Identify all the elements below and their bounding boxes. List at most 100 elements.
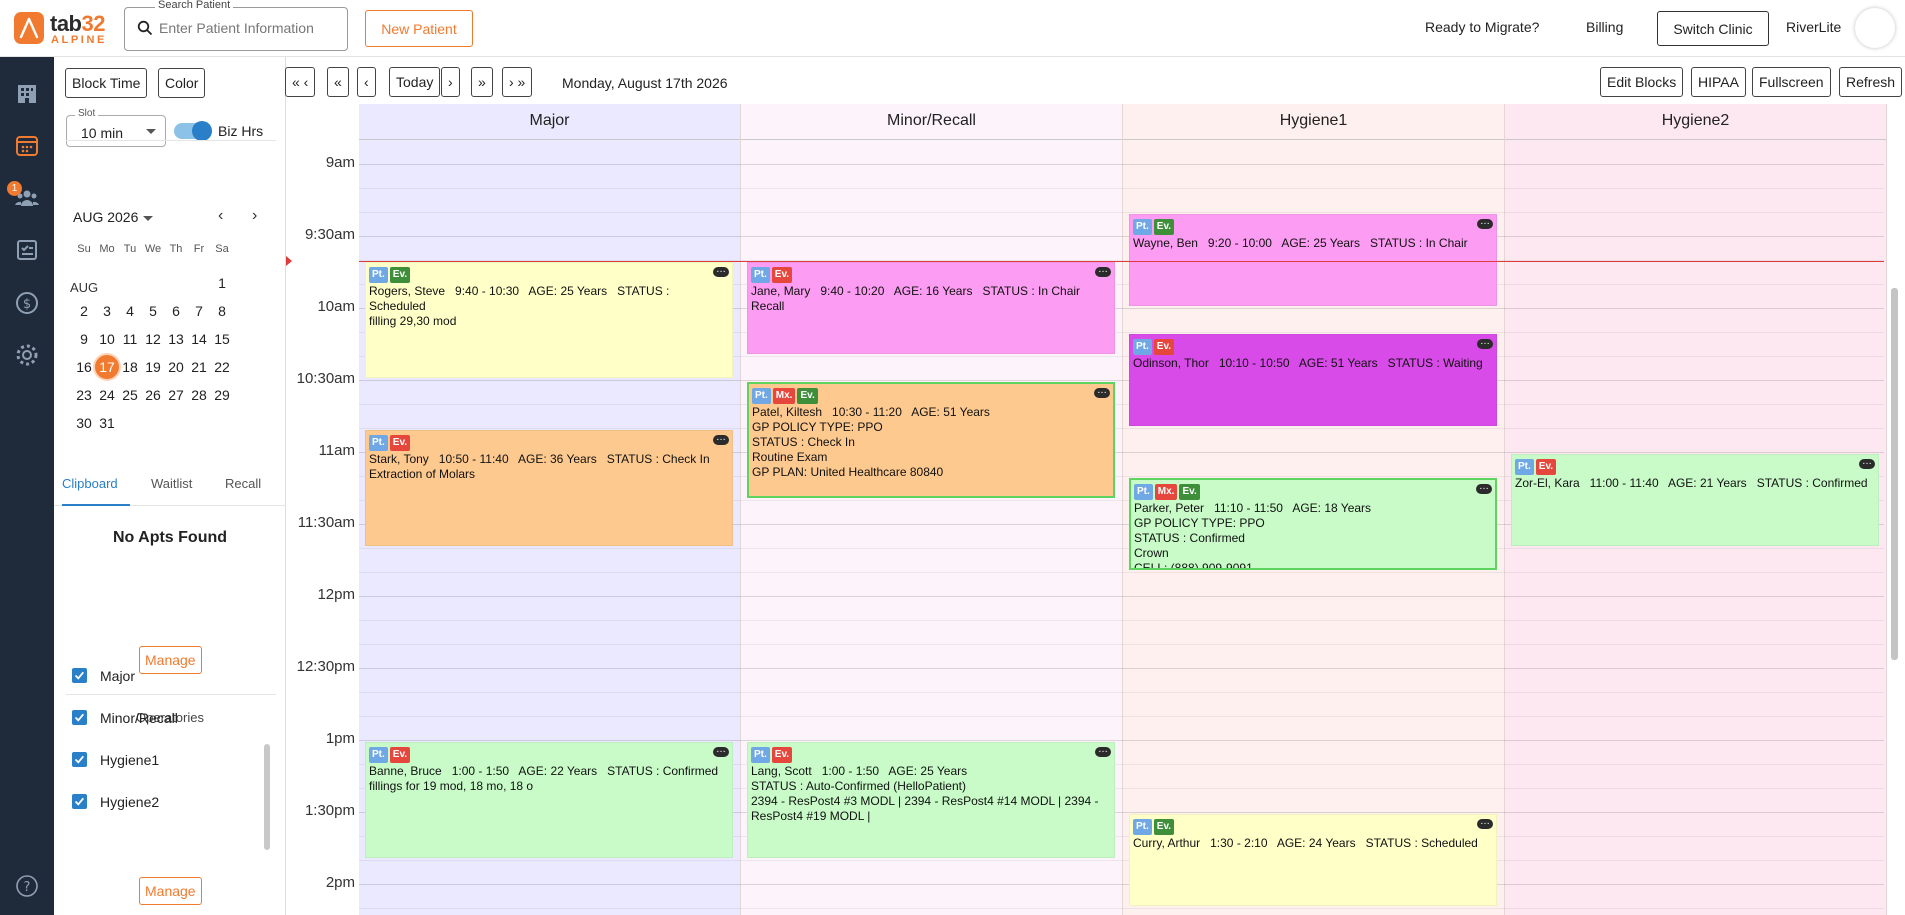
mini-cal-day[interactable]: 31 bbox=[93, 411, 121, 435]
billing-dollar-icon[interactable]: $ bbox=[14, 290, 40, 316]
appointment-card[interactable]: Pt.Mx.Ev.Patel, Kiltesh 10:30 - 11:20 AG… bbox=[747, 382, 1115, 498]
more-options-icon[interactable] bbox=[1477, 215, 1493, 229]
manage-clipboard-button[interactable]: Manage bbox=[139, 646, 202, 674]
user-avatar[interactable] bbox=[1855, 8, 1895, 48]
eligibility-tag[interactable]: Ev. bbox=[389, 267, 411, 283]
clinic-name[interactable]: RiverLite bbox=[1786, 19, 1841, 35]
nav-back-far-button[interactable]: « ‹ bbox=[285, 67, 316, 97]
mini-cal-day[interactable]: 29 bbox=[208, 383, 236, 407]
more-options-icon[interactable] bbox=[1859, 455, 1875, 469]
patient-tag[interactable]: Pt. bbox=[751, 267, 770, 283]
mini-cal-day[interactable]: 1 bbox=[208, 271, 236, 295]
today-button[interactable]: Today bbox=[389, 67, 441, 97]
more-options-icon[interactable] bbox=[1477, 335, 1493, 349]
mini-cal-month-select[interactable]: AUG 2026 bbox=[73, 209, 154, 225]
patient-tag[interactable]: Pt. bbox=[752, 388, 771, 404]
patient-tag[interactable]: Pt. bbox=[751, 747, 770, 763]
eligibility-tag[interactable]: Ev. bbox=[389, 435, 411, 451]
patient-search[interactable]: Search Patient bbox=[124, 0, 348, 51]
patient-tag[interactable]: Pt. bbox=[1133, 819, 1152, 835]
tab-clipboard[interactable]: Clipboard bbox=[62, 476, 118, 491]
nav-forward-day-button[interactable]: › bbox=[441, 67, 460, 97]
appointment-tags: Pt. Ev. bbox=[369, 746, 729, 764]
tab-waitlist[interactable]: Waitlist bbox=[151, 476, 192, 491]
patient-tag[interactable]: Pt. bbox=[1133, 339, 1152, 355]
eligibility-tag[interactable]: Ev. bbox=[1153, 339, 1175, 355]
appointment-card[interactable]: Pt.Ev.Lang, Scott 1:00 - 1:50 AGE: 25 Ye… bbox=[747, 742, 1115, 858]
more-options-icon[interactable] bbox=[713, 263, 729, 277]
checkbox-checked-icon[interactable] bbox=[72, 710, 87, 725]
eligibility-tag[interactable]: Ev. bbox=[1153, 819, 1175, 835]
building-icon[interactable] bbox=[14, 80, 40, 106]
settings-gear-icon[interactable] bbox=[14, 342, 40, 368]
appointment-card[interactable]: Pt.Ev.Zor-El, Kara 11:00 - 11:40 AGE: 21… bbox=[1511, 454, 1879, 546]
side-scrollbar[interactable] bbox=[264, 744, 270, 850]
eligibility-tag[interactable]: Ev. bbox=[1179, 484, 1200, 500]
chevron-down-icon bbox=[146, 129, 156, 134]
mini-cal-day[interactable]: 22 bbox=[208, 355, 236, 379]
checkbox-checked-icon[interactable] bbox=[72, 668, 87, 683]
manage-operatories-button[interactable]: Manage bbox=[139, 877, 202, 905]
patient-tag[interactable]: Pt. bbox=[369, 435, 388, 451]
chevron-right-icon[interactable]: › bbox=[252, 207, 257, 225]
new-patient-button[interactable]: New Patient bbox=[365, 10, 473, 47]
search-input[interactable] bbox=[159, 20, 339, 36]
edit-blocks-button[interactable]: Edit Blocks bbox=[1600, 67, 1684, 97]
ready-to-migrate-link[interactable]: Ready to Migrate? bbox=[1425, 19, 1539, 35]
nav-forward-week-button[interactable]: » bbox=[471, 67, 493, 97]
patient-tag[interactable]: Pt. bbox=[1133, 219, 1152, 235]
slot-select[interactable]: Slot 10 min bbox=[66, 108, 166, 147]
switch-clinic-button[interactable]: Switch Clinic bbox=[1657, 11, 1769, 46]
patient-tag[interactable]: Pt. bbox=[1515, 459, 1534, 475]
color-button[interactable]: Color bbox=[158, 68, 206, 98]
biz-hrs-toggle[interactable] bbox=[174, 121, 212, 141]
more-options-icon[interactable] bbox=[1095, 743, 1111, 757]
help-icon[interactable]: ? bbox=[14, 873, 40, 899]
appointment-card[interactable]: Pt.Ev.Jane, Mary 9:40 - 10:20 AGE: 16 Ye… bbox=[747, 262, 1115, 354]
more-options-icon[interactable] bbox=[713, 743, 729, 757]
chevron-left-icon[interactable]: ‹ bbox=[218, 207, 223, 225]
patient-tag[interactable]: Pt. bbox=[1134, 484, 1153, 500]
eligibility-tag[interactable]: Ev. bbox=[771, 267, 793, 283]
medical-tag[interactable]: Mx. bbox=[772, 388, 796, 404]
eligibility-tag[interactable]: Ev. bbox=[1535, 459, 1557, 475]
more-options-icon[interactable] bbox=[713, 431, 729, 445]
more-options-icon[interactable] bbox=[1476, 480, 1492, 494]
checklist-icon[interactable] bbox=[14, 237, 40, 263]
appointment-card[interactable]: Pt.Ev.Stark, Tony 10:50 - 11:40 AGE: 36 … bbox=[365, 430, 733, 546]
hipaa-button[interactable]: HIPAA bbox=[1691, 67, 1746, 97]
patient-tag[interactable]: Pt. bbox=[369, 747, 388, 763]
mini-cal-day[interactable]: 16 bbox=[70, 355, 98, 379]
appointment-card[interactable]: Pt.Ev.Wayne, Ben 9:20 - 10:00 AGE: 25 Ye… bbox=[1129, 214, 1497, 306]
nav-back-day-button[interactable]: ‹ bbox=[357, 67, 376, 97]
fullscreen-button[interactable]: Fullscreen bbox=[1752, 67, 1831, 97]
patient-tag[interactable]: Pt. bbox=[369, 267, 388, 283]
eligibility-tag[interactable]: Ev. bbox=[1153, 219, 1175, 235]
calendar-icon[interactable] bbox=[14, 132, 40, 158]
nav-forward-far-button[interactable]: › » bbox=[502, 67, 533, 97]
more-options-icon[interactable] bbox=[1477, 815, 1493, 829]
billing-link[interactable]: Billing bbox=[1586, 19, 1623, 35]
appointment-card[interactable]: Pt.Ev.Curry, Arthur 1:30 - 2:10 AGE: 24 … bbox=[1129, 814, 1497, 906]
tab32-logo[interactable]: tab32 ALPINE bbox=[14, 11, 110, 46]
appointment-card[interactable]: Pt.Ev.Rogers, Steve 9:40 - 10:30 AGE: 25… bbox=[365, 262, 733, 378]
appointment-card[interactable]: Pt.Ev.Banne, Bruce 1:00 - 1:50 AGE: 22 Y… bbox=[365, 742, 733, 858]
tab-recall[interactable]: Recall bbox=[225, 476, 261, 491]
mini-cal-day[interactable]: 8 bbox=[208, 299, 236, 323]
checkbox-checked-icon[interactable] bbox=[72, 752, 87, 767]
refresh-button[interactable]: Refresh bbox=[1839, 67, 1903, 97]
eligibility-tag[interactable]: Ev. bbox=[771, 747, 793, 763]
more-options-icon[interactable] bbox=[1094, 384, 1110, 398]
mini-cal-day[interactable]: 15 bbox=[208, 327, 236, 351]
nav-back-week-button[interactable]: « bbox=[327, 67, 349, 97]
checkbox-checked-icon[interactable] bbox=[72, 794, 87, 809]
more-options-icon[interactable] bbox=[1095, 263, 1111, 277]
calendar-scrollbar[interactable] bbox=[1891, 288, 1898, 660]
eligibility-tag[interactable]: Ev. bbox=[389, 747, 411, 763]
operatory-name: Hygiene2 bbox=[100, 794, 160, 810]
medical-tag[interactable]: Mx. bbox=[1154, 484, 1178, 500]
block-time-button[interactable]: Block Time bbox=[65, 68, 148, 98]
eligibility-tag[interactable]: Ev. bbox=[797, 388, 818, 404]
appointment-card[interactable]: Pt.Ev.Odinson, Thor 10:10 - 10:50 AGE: 5… bbox=[1129, 334, 1497, 426]
appointment-card[interactable]: Pt.Mx.Ev.Parker, Peter 11:10 - 11:50 AGE… bbox=[1129, 478, 1497, 570]
